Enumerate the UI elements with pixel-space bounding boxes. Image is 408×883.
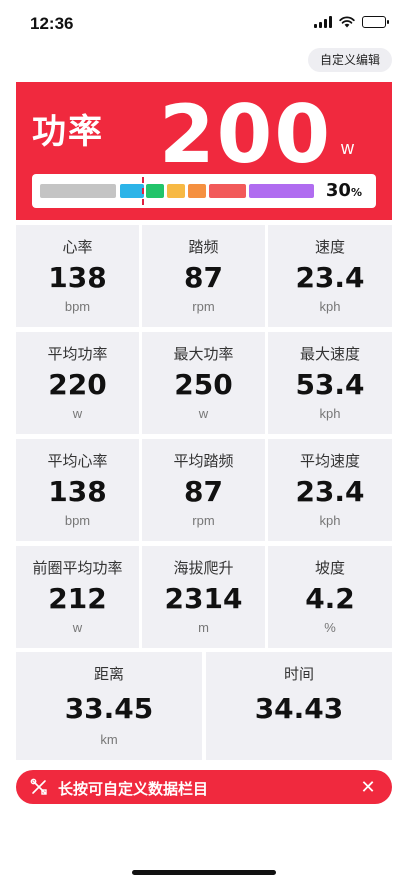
metric-cell[interactable]: 前圈平均功率 212 w <box>16 546 139 648</box>
power-card[interactable]: 功率 200 w 30% <box>16 82 392 220</box>
metric-value: 220 <box>48 368 107 401</box>
metric-value: 23.4 <box>295 475 365 508</box>
status-icons <box>314 16 389 28</box>
zone-segment-1 <box>40 184 116 198</box>
metric-cell[interactable]: 平均踏频 87 rpm <box>142 439 265 541</box>
power-value: 200 <box>159 88 332 181</box>
metric-unit: w <box>198 406 209 421</box>
metric-cell[interactable]: 速度 23.4 kph <box>268 225 392 327</box>
metric-unit: bpm <box>64 513 91 528</box>
zone-percent: 30% <box>325 180 362 201</box>
metric-cell[interactable]: 最大功率 250 w <box>142 332 265 434</box>
metric-cell[interactable]: 心率 138 bpm <box>16 225 139 327</box>
battery-icon <box>362 16 389 28</box>
metric-title: 速度 <box>314 239 345 256</box>
metric-unit: rpm <box>192 513 215 528</box>
metric-unit: w <box>72 620 83 635</box>
metric-value: 87 <box>184 475 223 508</box>
customize-edit-button[interactable]: 自定义编辑 <box>307 48 392 72</box>
zone-segment-4 <box>167 184 185 198</box>
metric-title: 平均功率 <box>47 346 108 363</box>
metric-unit: km <box>100 732 118 747</box>
metric-value: 23.4 <box>295 261 365 294</box>
zone-segment-2 <box>120 184 144 198</box>
metric-cell[interactable]: 踏频 87 rpm <box>142 225 265 327</box>
metric-cell[interactable]: 平均速度 23.4 kph <box>268 439 392 541</box>
wifi-icon <box>339 16 355 28</box>
metric-title: 平均踏频 <box>173 453 234 470</box>
metric-value: 2314 <box>164 582 243 615</box>
power-unit: w <box>341 138 354 158</box>
metric-title: 最大速度 <box>299 346 360 363</box>
metric-title: 坡度 <box>314 560 345 577</box>
signal-icon <box>314 16 332 28</box>
metric-value: 138 <box>48 261 107 294</box>
metric-cell[interactable]: 距离 33.45 km <box>16 652 202 760</box>
metric-title: 海拔爬升 <box>173 560 234 577</box>
metric-title: 时间 <box>283 666 314 683</box>
zone-segment-7 <box>249 184 314 198</box>
status-time: 12:36 <box>30 14 74 33</box>
power-zone-bar: 30% <box>32 174 376 208</box>
metrics-wide-row: 距离 33.45 km 时间 34.43 <box>16 652 392 760</box>
metric-unit: w <box>72 406 83 421</box>
metric-unit: % <box>324 620 336 635</box>
zone-segment-3 <box>146 184 164 198</box>
tip-banner: 长按可自定义数据栏目 ✕ <box>16 770 392 804</box>
metric-value: 87 <box>184 261 223 294</box>
zone-segment-6 <box>209 184 246 198</box>
metric-title: 踏频 <box>188 239 219 256</box>
metric-value: 33.45 <box>64 692 154 725</box>
metric-value: 212 <box>48 582 107 615</box>
metric-unit: kph <box>319 299 341 314</box>
zone-segment-5 <box>188 184 206 198</box>
metric-title: 前圈平均功率 <box>32 560 123 577</box>
metric-unit: m <box>198 620 209 635</box>
metric-value: 138 <box>48 475 107 508</box>
tools-icon <box>30 778 47 795</box>
tip-text: 长按可自定义数据栏目 <box>58 781 209 798</box>
metric-cell[interactable]: 最大速度 53.4 kph <box>268 332 392 434</box>
home-indicator <box>132 870 276 875</box>
metric-unit: rpm <box>192 299 215 314</box>
metric-value: 4.2 <box>305 582 355 615</box>
status-bar: 12:36 <box>0 0 408 46</box>
metric-unit: kph <box>319 513 341 528</box>
zone-current-marker <box>142 177 144 205</box>
close-icon[interactable]: ✕ <box>356 775 380 799</box>
metric-cell[interactable]: 坡度 4.2% <box>268 546 392 648</box>
power-label: 功率 <box>32 113 104 151</box>
metric-title: 最大功率 <box>173 346 234 363</box>
metric-value: 250 <box>174 368 233 401</box>
metric-title: 平均速度 <box>299 453 360 470</box>
metric-value: 34.43 <box>254 692 344 725</box>
metric-cell[interactable]: 海拔爬升 2314 m <box>142 546 265 648</box>
metric-value: 53.4 <box>295 368 365 401</box>
metric-cell[interactable]: 平均功率 220 w <box>16 332 139 434</box>
metric-title: 平均心率 <box>47 453 108 470</box>
metric-title: 心率 <box>62 239 93 256</box>
metric-unit: kph <box>319 406 341 421</box>
metric-unit: bpm <box>64 299 91 314</box>
metric-cell[interactable]: 时间 34.43 <box>206 652 392 760</box>
metric-cell[interactable]: 平均心率 138 bpm <box>16 439 139 541</box>
metrics-grid: 心率 138 bpm 踏频 87 rpm 速度 23.4 kph 平均功率 220 w 最大功率 250 w… <box>16 225 392 648</box>
metric-title: 距离 <box>93 666 124 683</box>
